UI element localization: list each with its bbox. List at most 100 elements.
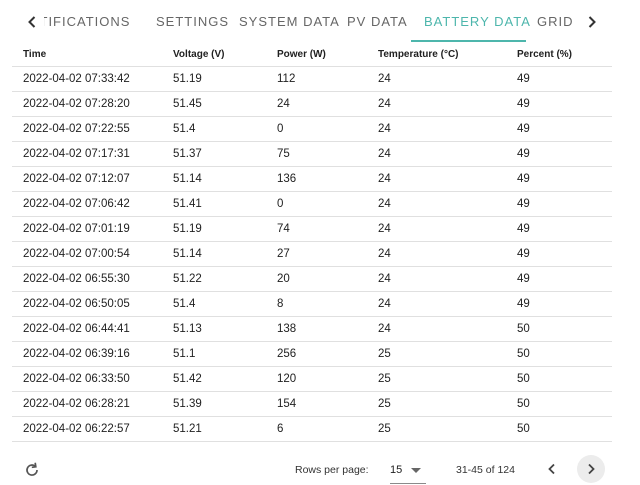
time-cell: 2022-04-02 06:39:16 bbox=[12, 341, 162, 367]
time-cell: 2022-04-02 07:00:54 bbox=[12, 241, 162, 267]
time-cell: 2022-04-02 07:01:19 bbox=[12, 216, 162, 242]
rows-per-page-value: 15 bbox=[390, 464, 403, 476]
time-cell: 2022-04-02 07:12:07 bbox=[12, 166, 162, 192]
table-row: 2022-04-02 07:28:20 51.45 24 24 49 bbox=[12, 91, 612, 117]
rows-per-page-label: Rows per page: bbox=[295, 464, 369, 476]
voltage-cell: 51.1 bbox=[162, 341, 266, 367]
power-cell: 6 bbox=[266, 416, 367, 442]
table-row: 2022-04-02 07:06:42 51.41 0 24 49 bbox=[12, 191, 612, 217]
power-cell: 74 bbox=[266, 216, 367, 242]
power-cell: 27 bbox=[266, 241, 367, 267]
percent-cell: 49 bbox=[506, 241, 612, 267]
time-cell: 2022-04-02 06:33:50 bbox=[12, 366, 162, 392]
voltage-cell: 51.45 bbox=[162, 91, 266, 117]
temperature-cell: 24 bbox=[367, 266, 506, 292]
table-row: 2022-04-02 06:28:21 51.39 154 25 50 bbox=[12, 391, 612, 417]
temperature-cell: 25 bbox=[367, 416, 506, 442]
column-header-percent[interactable]: Percent (%) bbox=[506, 42, 612, 67]
rows-per-page-select[interactable]: 15 bbox=[390, 457, 426, 484]
table-row: 2022-04-02 07:12:07 51.14 136 24 49 bbox=[12, 166, 612, 192]
tabs-scroll-right-button[interactable] bbox=[580, 10, 604, 34]
dropdown-arrow-icon bbox=[411, 468, 421, 473]
power-cell: 0 bbox=[266, 191, 367, 217]
temperature-cell: 24 bbox=[367, 141, 506, 167]
temperature-cell: 25 bbox=[367, 391, 506, 417]
chevron-left-icon bbox=[28, 16, 36, 28]
pagination-range: 31-45 of 124 bbox=[456, 464, 515, 476]
tab-pv-data[interactable]: PV DATA bbox=[347, 14, 408, 29]
table-row: 2022-04-02 07:22:55 51.4 0 24 49 bbox=[12, 116, 612, 142]
voltage-cell: 51.4 bbox=[162, 291, 266, 317]
tab-settings[interactable]: SETTINGS bbox=[156, 14, 229, 29]
power-cell: 8 bbox=[266, 291, 367, 317]
column-header-time[interactable]: Time bbox=[12, 42, 162, 67]
tab-system-data[interactable]: SYSTEM DATA bbox=[239, 14, 340, 29]
table-row: 2022-04-02 07:01:19 51.19 74 24 49 bbox=[12, 216, 612, 242]
percent-cell: 49 bbox=[506, 116, 612, 142]
percent-cell: 49 bbox=[506, 291, 612, 317]
percent-cell: 50 bbox=[506, 341, 612, 367]
refresh-button[interactable] bbox=[22, 460, 42, 480]
power-cell: 112 bbox=[266, 66, 367, 92]
voltage-cell: 51.4 bbox=[162, 116, 266, 142]
power-cell: 0 bbox=[266, 116, 367, 142]
column-header-power[interactable]: Power (W) bbox=[266, 42, 367, 67]
tab-grid[interactable]: GRID bbox=[537, 14, 574, 29]
voltage-cell: 51.39 bbox=[162, 391, 266, 417]
next-page-button[interactable] bbox=[577, 455, 605, 483]
column-header-temperature[interactable]: Temperature (°C) bbox=[367, 42, 506, 67]
percent-cell: 49 bbox=[506, 91, 612, 117]
tab-notifications[interactable]: NOTIFICATIONS bbox=[44, 14, 130, 29]
power-cell: 256 bbox=[266, 341, 367, 367]
percent-cell: 49 bbox=[506, 266, 612, 292]
time-cell: 2022-04-02 07:22:55 bbox=[12, 116, 162, 142]
power-cell: 138 bbox=[266, 316, 367, 342]
table-row: 2022-04-02 06:55:30 51.22 20 24 49 bbox=[12, 266, 612, 292]
percent-cell: 49 bbox=[506, 166, 612, 192]
temperature-cell: 24 bbox=[367, 191, 506, 217]
temperature-cell: 25 bbox=[367, 366, 506, 392]
tab-battery-data[interactable]: BATTERY DATA bbox=[424, 14, 531, 29]
refresh-icon bbox=[26, 462, 38, 476]
power-cell: 120 bbox=[266, 366, 367, 392]
table-body: 2022-04-02 07:33:42 51.19 112 24 49 2022-04-0… bbox=[12, 66, 612, 442]
table-row: 2022-04-02 06:33:50 51.42 120 25 50 bbox=[12, 366, 612, 392]
column-header-voltage[interactable]: Voltage (V) bbox=[162, 42, 266, 67]
previous-page-button[interactable] bbox=[538, 455, 566, 483]
voltage-cell: 51.14 bbox=[162, 241, 266, 267]
percent-cell: 49 bbox=[506, 216, 612, 242]
voltage-cell: 51.42 bbox=[162, 366, 266, 392]
tabs-scroll-left-button[interactable] bbox=[20, 10, 44, 34]
tab-bar: NOTIFICATIONS SETTINGS SYSTEM DATA PV DA… bbox=[0, 0, 640, 42]
percent-cell: 50 bbox=[506, 416, 612, 442]
temperature-cell: 24 bbox=[367, 66, 506, 92]
power-cell: 75 bbox=[266, 141, 367, 167]
temperature-cell: 24 bbox=[367, 291, 506, 317]
voltage-cell: 51.37 bbox=[162, 141, 266, 167]
table-row: 2022-04-02 06:44:41 51.13 138 24 50 bbox=[12, 316, 612, 342]
table-row: 2022-04-02 06:39:16 51.1 256 25 50 bbox=[12, 341, 612, 367]
table-row: 2022-04-02 06:50:05 51.4 8 24 49 bbox=[12, 291, 612, 317]
temperature-cell: 24 bbox=[367, 216, 506, 242]
chevron-right-icon bbox=[588, 16, 596, 28]
table-pagination-footer: Rows per page: 15 31-45 of 124 bbox=[0, 455, 640, 485]
time-cell: 2022-04-02 07:28:20 bbox=[12, 91, 162, 117]
table-row: 2022-04-02 07:00:54 51.14 27 24 49 bbox=[12, 241, 612, 267]
temperature-cell: 24 bbox=[367, 91, 506, 117]
voltage-cell: 51.14 bbox=[162, 166, 266, 192]
time-cell: 2022-04-02 06:55:30 bbox=[12, 266, 162, 292]
battery-data-table: Time Voltage (V) Power (W) Temperature (… bbox=[12, 42, 612, 442]
chevron-left-icon bbox=[548, 463, 555, 475]
time-cell: 2022-04-02 06:22:57 bbox=[12, 416, 162, 442]
voltage-cell: 51.19 bbox=[162, 66, 266, 92]
voltage-cell: 51.22 bbox=[162, 266, 266, 292]
percent-cell: 49 bbox=[506, 191, 612, 217]
percent-cell: 50 bbox=[506, 316, 612, 342]
temperature-cell: 24 bbox=[367, 166, 506, 192]
time-cell: 2022-04-02 07:17:31 bbox=[12, 141, 162, 167]
table-row: 2022-04-02 07:33:42 51.19 112 24 49 bbox=[12, 66, 612, 92]
time-cell: 2022-04-02 06:44:41 bbox=[12, 316, 162, 342]
voltage-cell: 51.19 bbox=[162, 216, 266, 242]
percent-cell: 49 bbox=[506, 66, 612, 92]
table-row: 2022-04-02 06:22:57 51.21 6 25 50 bbox=[12, 416, 612, 442]
